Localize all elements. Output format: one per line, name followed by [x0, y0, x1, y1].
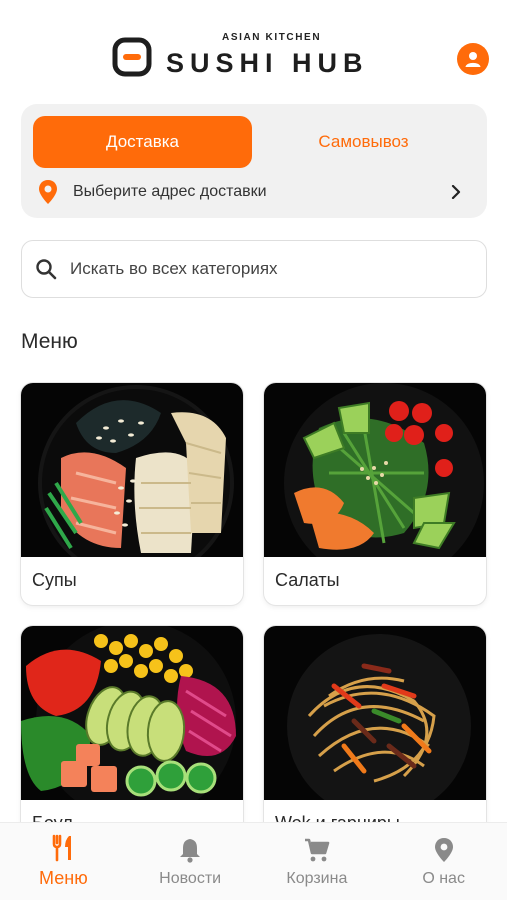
brand-tagline: ASIAN KITCHEN — [222, 32, 322, 43]
nav-label: Новости — [159, 869, 222, 887]
category-label: Супы — [32, 570, 77, 590]
brand-logo-icon — [112, 37, 152, 77]
nav-item-about[interactable]: О нас — [380, 823, 507, 900]
bell-icon — [180, 838, 201, 863]
category-card-salads[interactable]: Салаты — [264, 383, 486, 605]
bottom-navigation: Меню Новости Корзина О нас — [0, 822, 507, 900]
delivery-address-selector[interactable]: Выберите адрес доставки — [33, 174, 475, 210]
delivery-options-card: Доставка Самовывоз Выберите адрес достав… — [21, 104, 487, 218]
category-card-wok[interactable]: Wok и гарниры — [264, 626, 486, 848]
nav-label: Меню — [39, 868, 88, 888]
category-card-bowls[interactable]: Боул — [21, 626, 243, 848]
bowls-photo — [21, 626, 243, 800]
nav-item-cart[interactable]: Корзина — [254, 823, 381, 900]
nav-label: О нас — [422, 869, 465, 887]
salads-photo — [264, 383, 486, 557]
app-header: ASIAN KITCHEN SUSHI HUB — [0, 0, 507, 96]
cart-icon — [304, 838, 330, 861]
chevron-right-icon — [451, 185, 461, 199]
search-input[interactable]: Искать во всех категориях — [21, 240, 487, 298]
category-card-soups[interactable]: Супы — [21, 383, 243, 605]
delivery-mode-tabs: Доставка Самовывоз — [33, 116, 475, 168]
tab-pickup[interactable]: Самовывоз — [252, 116, 475, 168]
tab-delivery[interactable]: Доставка — [33, 116, 252, 168]
wok-photo — [264, 626, 486, 800]
nav-item-menu[interactable]: Меню — [0, 823, 127, 900]
soups-photo — [21, 383, 243, 557]
fork-knife-icon — [53, 834, 72, 862]
profile-button[interactable] — [457, 43, 489, 75]
search-icon — [36, 259, 57, 280]
search-placeholder: Искать во всех категориях — [70, 259, 278, 278]
delivery-address-label: Выберите адрес доставки — [73, 183, 267, 200]
category-label: Салаты — [275, 570, 340, 590]
nav-item-news[interactable]: Новости — [127, 823, 254, 900]
user-icon — [465, 52, 481, 67]
brand-logo: ASIAN KITCHEN SUSHI HUB — [112, 32, 369, 79]
menu-heading: Меню — [21, 330, 78, 353]
location-pin-icon — [39, 180, 57, 204]
location-pin-icon — [434, 837, 453, 862]
nav-label: Корзина — [286, 869, 348, 887]
